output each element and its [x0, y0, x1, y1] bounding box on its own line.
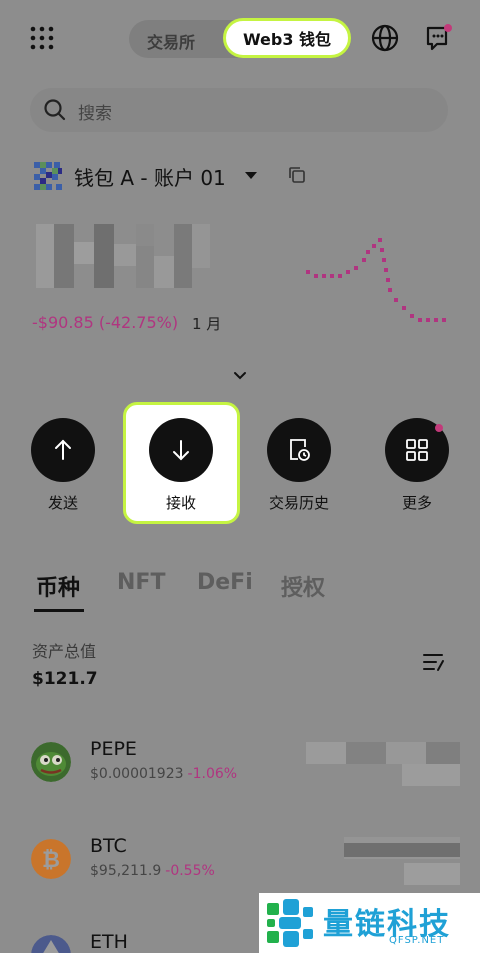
history-button[interactable]: 交易历史 [264, 418, 334, 513]
tab-exchange[interactable]: 交易所 [147, 29, 195, 53]
notification-dot [435, 424, 443, 432]
active-tab-indicator [34, 609, 84, 612]
svg-text:₿: ₿ [42, 848, 60, 873]
search-icon [44, 99, 66, 121]
token-symbol: PEPE [90, 738, 137, 760]
mode-switcher: 交易所 Web3 钱包 [129, 18, 351, 58]
change-period[interactable]: 1 月 [192, 313, 221, 334]
token-price-line: $0.00001923 -1.06% [90, 766, 237, 782]
receive-button[interactable]: 接收 [146, 418, 216, 513]
receive-label: 接收 [165, 494, 196, 512]
tab-web3-wallet[interactable]: Web3 钱包 [223, 18, 351, 58]
watermark-site: QFSP.NET [389, 935, 445, 946]
token-row-pepe[interactable]: PEPE $0.00001923 -1.06% [0, 738, 480, 798]
ethereum-logo-icon [31, 935, 71, 953]
pepe-logo-icon [31, 742, 71, 782]
tab-approvals[interactable]: 授权 [281, 570, 325, 602]
more-button[interactable]: 更多 [382, 418, 452, 513]
more-label: 更多 [401, 494, 432, 512]
send-label: 发送 [47, 494, 78, 512]
tab-nft[interactable]: NFT [117, 570, 165, 595]
token-row-btc[interactable]: ₿ BTC $95,211.9 -0.55% [0, 835, 480, 895]
total-assets-label: 资产总值 [32, 642, 97, 661]
tab-defi[interactable]: DeFi [197, 570, 253, 595]
tab-tokens[interactable]: 币种 [36, 570, 80, 602]
history-label: 交易历史 [268, 494, 329, 512]
message-icon[interactable] [425, 24, 453, 52]
balance-sparkline [306, 238, 446, 322]
token-price-line: $95,211.9 -0.55% [90, 863, 215, 879]
bitcoin-logo-icon: ₿ [31, 839, 71, 879]
search-bar[interactable]: 搜索 [30, 88, 448, 132]
wallet-name[interactable]: 钱包 A - 账户 01 [74, 162, 226, 191]
globe-icon[interactable] [371, 24, 399, 52]
arrow-up-icon [55, 439, 71, 460]
arrow-down-icon [173, 440, 189, 461]
token-balance-obscured [306, 742, 460, 788]
token-price: $95,211.9 [90, 863, 162, 879]
search-placeholder: 搜索 [78, 104, 112, 124]
token-change: -0.55% [165, 863, 215, 879]
token-balance-obscured [344, 837, 460, 885]
token-change: -1.06% [187, 766, 238, 782]
dropdown-caret-icon[interactable] [245, 172, 257, 179]
watermark-logo-icon [267, 899, 313, 947]
token-symbol: ETH [90, 931, 128, 953]
wallet-avatar [30, 158, 64, 192]
watermark: 量链科技 QFSP.NET [259, 893, 480, 953]
copy-icon[interactable] [288, 166, 306, 184]
balance-obscured [20, 222, 210, 290]
grid-icon [406, 439, 428, 461]
token-symbol: BTC [90, 835, 127, 857]
wallet-screen: 交易所 Web3 钱包 搜索 钱包 A - 账户 01 -$90.85 (-42… [0, 0, 480, 953]
balance-change: -$90.85 (-42.75%) [32, 313, 179, 332]
sort-icon[interactable] [422, 651, 446, 673]
chevron-down-icon[interactable] [232, 370, 248, 382]
send-button[interactable]: 发送 [28, 418, 98, 513]
total-assets-value: $121.7 [32, 669, 98, 689]
token-price: $0.00001923 [90, 766, 184, 782]
app-grid-icon[interactable] [30, 26, 54, 50]
history-icon [290, 439, 310, 461]
